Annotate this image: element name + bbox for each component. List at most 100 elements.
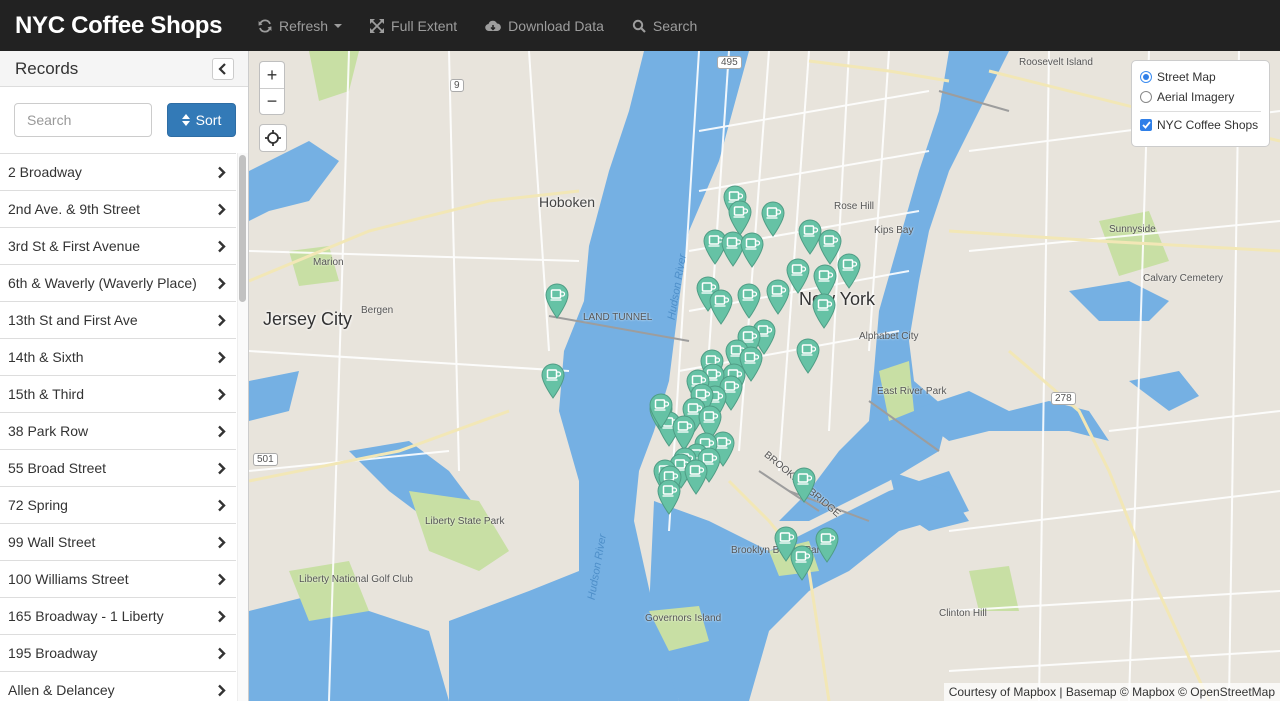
map-label-bergen: Bergen: [361, 305, 394, 316]
coffee-shop-marker[interactable]: [814, 527, 840, 563]
record-row[interactable]: 2 Broadway: [0, 154, 236, 191]
coffee-shop-marker[interactable]: [648, 393, 674, 429]
coffee-shop-marker[interactable]: [683, 459, 709, 495]
coffee-shop-marker[interactable]: [736, 283, 762, 319]
coffee-shops-overlay-label: NYC Coffee Shops: [1157, 118, 1259, 132]
chevron-right-icon: [218, 610, 226, 622]
coffee-shop-marker[interactable]: [765, 279, 791, 315]
record-row[interactable]: 55 Broad Street: [0, 450, 236, 487]
record-row[interactable]: 3rd St & First Avenue: [0, 228, 236, 265]
zoom-in-button[interactable]: +: [260, 62, 284, 88]
zoom-control: + −: [259, 61, 285, 115]
street-map-option[interactable]: Street Map: [1140, 67, 1261, 87]
chevron-right-icon: [218, 351, 226, 363]
collapse-sidebar-button[interactable]: [212, 58, 234, 80]
street-map-radio[interactable]: [1140, 71, 1152, 83]
record-row[interactable]: 13th St and First Ave: [0, 302, 236, 339]
aerial-imagery-radio[interactable]: [1140, 91, 1152, 103]
chevron-right-icon: [218, 388, 226, 400]
record-label: 3rd St & First Avenue: [8, 238, 141, 254]
chevron-right-icon: [218, 462, 226, 474]
coffee-shop-marker[interactable]: [789, 545, 815, 581]
map-label-clinton-hill: Clinton Hill: [939, 608, 987, 619]
aerial-imagery-label: Aerial Imagery: [1157, 90, 1235, 104]
download-data-button[interactable]: Download Data: [485, 18, 604, 34]
locate-button[interactable]: [259, 124, 287, 152]
map-label-holland-tunnel: LAND TUNNEL: [583, 312, 653, 323]
record-label: 13th St and First Ave: [8, 312, 138, 328]
aerial-imagery-option[interactable]: Aerial Imagery: [1140, 87, 1261, 107]
record-label: 55 Broad Street: [8, 460, 107, 476]
map-label-rose-hill: Rose Hill: [834, 201, 875, 212]
record-label: 14th & Sixth: [8, 349, 84, 365]
full-extent-button[interactable]: Full Extent: [370, 18, 457, 34]
record-label: 100 Williams Street: [8, 571, 129, 587]
coffee-shops-overlay-option[interactable]: NYC Coffee Shops: [1140, 115, 1261, 135]
search-nav-label: Search: [652, 17, 698, 34]
crosshair-icon: [265, 130, 281, 146]
coffee-shop-marker[interactable]: [656, 479, 682, 515]
coffee-shops-checkbox[interactable]: [1140, 119, 1152, 131]
record-row[interactable]: 195 Broadway: [0, 635, 236, 672]
map-label-calvary-cemetery: Calvary Cemetery: [1143, 273, 1224, 284]
record-row[interactable]: 100 Williams Street: [0, 561, 236, 598]
record-label: 165 Broadway - 1 Liberty: [8, 608, 164, 624]
chevron-right-icon: [218, 499, 226, 511]
chevron-right-icon: [218, 536, 226, 548]
search-icon: [632, 19, 646, 33]
record-row[interactable]: Allen & Delancey: [0, 672, 236, 701]
chevron-right-icon: [218, 166, 226, 178]
highway-shield-501: 501: [253, 453, 278, 466]
chevron-right-icon: [218, 573, 226, 585]
search-nav-button[interactable]: Search: [632, 18, 697, 34]
map-label-marion: Marion: [313, 257, 344, 268]
map-label-alphabet-city: Alphabet City: [859, 331, 919, 342]
record-row[interactable]: 38 Park Row: [0, 413, 236, 450]
highway-shield-9: 9: [450, 79, 464, 92]
sort-button[interactable]: Sort: [167, 103, 236, 137]
coffee-shop-marker[interactable]: [540, 363, 566, 399]
map-label-east-river-park: East River Park: [877, 386, 947, 397]
record-label: 38 Park Row: [8, 423, 89, 439]
record-row[interactable]: 2nd Ave. & 9th Street: [0, 191, 236, 228]
chevron-left-icon: [218, 63, 226, 75]
record-row[interactable]: 99 Wall Street: [0, 524, 236, 561]
coffee-shop-marker[interactable]: [708, 289, 734, 325]
map-label-jersey-city: Jersey City: [263, 309, 353, 329]
coffee-shop-marker[interactable]: [791, 467, 817, 503]
record-row[interactable]: 6th & Waverly (Waverly Place): [0, 265, 236, 302]
refresh-menu[interactable]: Refresh: [258, 18, 343, 34]
record-label: 15th & Third: [8, 386, 85, 402]
coffee-shop-marker[interactable]: [795, 338, 821, 374]
record-row[interactable]: 165 Broadway - 1 Liberty: [0, 598, 236, 635]
zoom-out-button[interactable]: −: [260, 88, 284, 114]
scrollbar-thumb[interactable]: [239, 155, 246, 302]
record-row[interactable]: 14th & Sixth: [0, 339, 236, 376]
chevron-down-icon: [334, 23, 343, 28]
map-attribution[interactable]: Courtesy of Mapbox | Basemap © Mapbox © …: [943, 683, 1280, 701]
street-map-label: Street Map: [1157, 70, 1216, 84]
app-title[interactable]: NYC Coffee Shops: [0, 12, 242, 40]
coffee-shop-marker[interactable]: [544, 283, 570, 319]
download-label: Download Data: [508, 17, 604, 34]
highway-shield-495: 495: [717, 56, 742, 69]
map-label-roosevelt-island: Roosevelt Island: [1019, 57, 1093, 68]
records-search-input[interactable]: [14, 103, 152, 137]
map-label-governors-island: Governors Island: [645, 613, 722, 624]
record-row[interactable]: 72 Spring: [0, 487, 236, 524]
record-row[interactable]: 15th & Third: [0, 376, 236, 413]
navbar: NYC Coffee Shops Refresh Full Extent Dow…: [0, 0, 1280, 51]
coffee-shop-marker[interactable]: [836, 253, 862, 289]
sidebar-header: Records: [0, 51, 248, 87]
coffee-shop-marker[interactable]: [811, 293, 837, 329]
basemap: [249, 51, 1280, 701]
chevron-right-icon: [218, 425, 226, 437]
record-label: 99 Wall Street: [8, 534, 96, 550]
highway-shield-278: 278: [1051, 392, 1076, 405]
chevron-right-icon: [218, 240, 226, 252]
search-row: Sort: [0, 87, 248, 153]
refresh-icon: [258, 18, 272, 33]
map[interactable]: Jersey City Hoboken New York Roosevelt I…: [249, 51, 1280, 701]
coffee-shop-marker[interactable]: [739, 232, 765, 268]
record-label: Allen & Delancey: [8, 682, 115, 698]
